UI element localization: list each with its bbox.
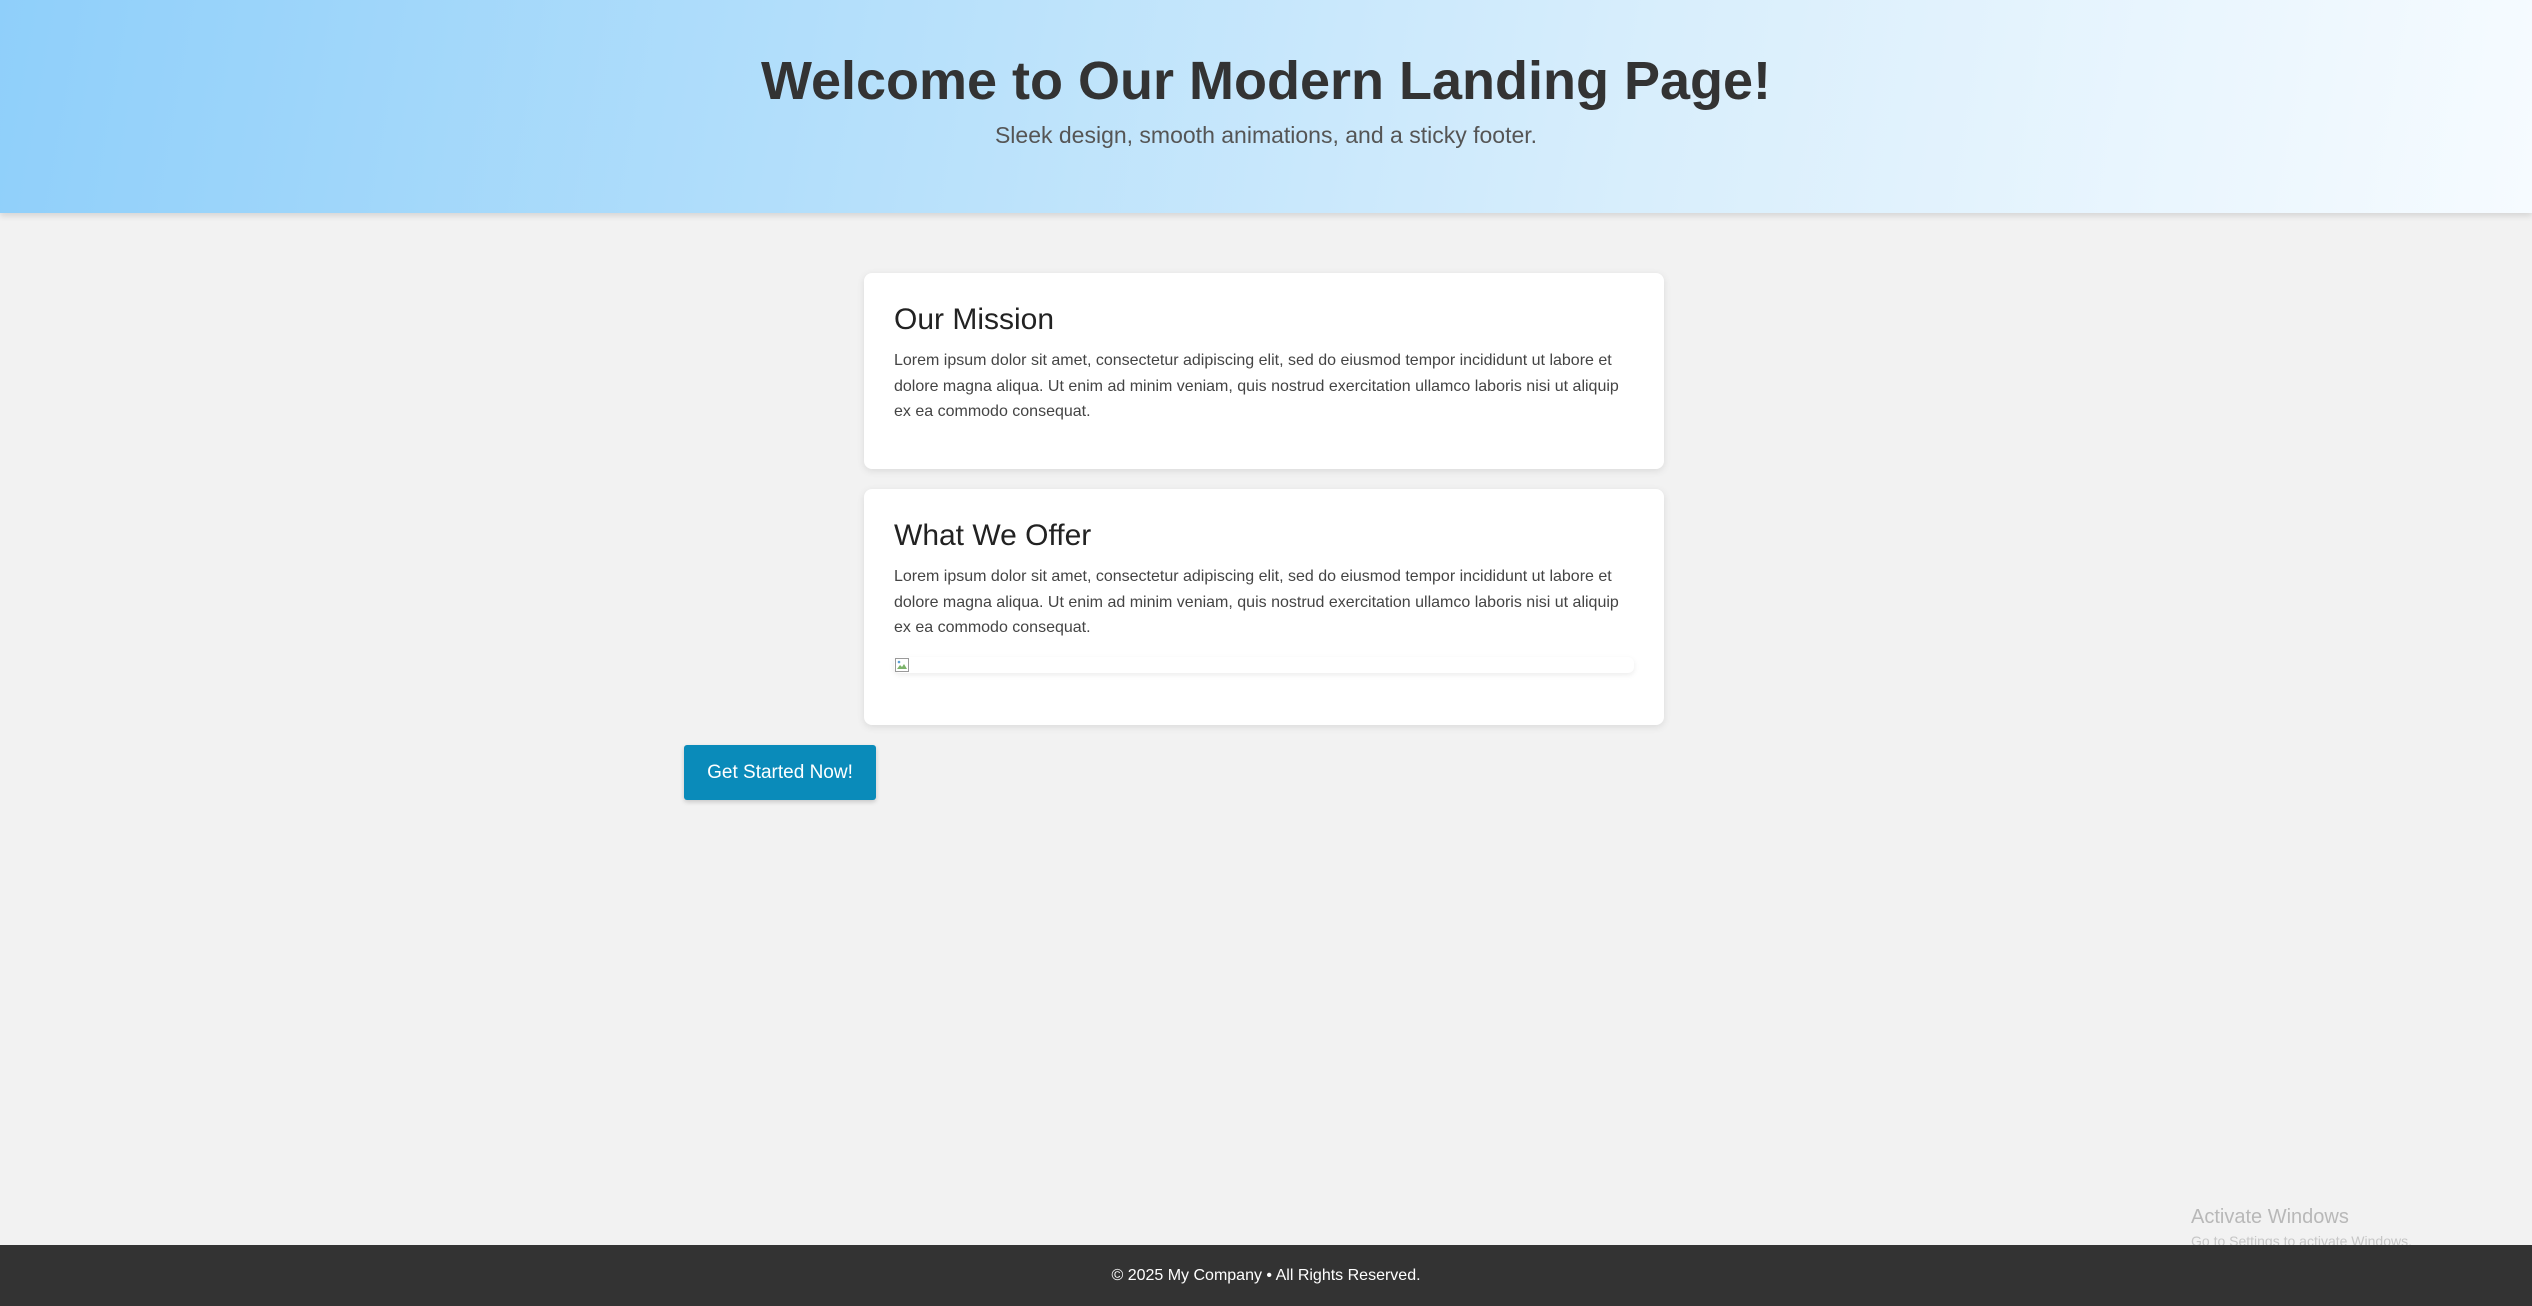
activate-windows-watermark: Activate Windows Go to Settings to activ… xyxy=(2191,1204,2412,1250)
get-started-button[interactable]: Get Started Now! xyxy=(684,745,876,800)
offer-card: What We Offer Lorem ipsum dolor sit amet… xyxy=(864,489,1664,725)
mission-heading: Our Mission xyxy=(894,303,1055,336)
mission-text: Lorem ipsum dolor sit amet, consectetur … xyxy=(894,352,1619,420)
watermark-title: Activate Windows xyxy=(2191,1206,2349,1228)
footer-copyright: © 2025 My Company • All Rights Reserved. xyxy=(1111,1267,1421,1284)
hero-header: Welcome to Our Modern Landing Page! Slee… xyxy=(0,0,2532,213)
offer-text: Lorem ipsum dolor sit amet, consectetur … xyxy=(894,568,1619,636)
mission-card: Our Mission Lorem ipsum dolor sit amet, … xyxy=(864,273,1664,469)
page-title: Welcome to Our Modern Landing Page! xyxy=(760,51,1772,111)
sticky-footer: © 2025 My Company • All Rights Reserved. xyxy=(0,1245,2532,1306)
landing-page: Welcome to Our Modern Landing Page! Slee… xyxy=(0,0,2532,1306)
offer-heading: What We Offer xyxy=(894,519,1092,552)
offer-image xyxy=(894,657,1634,673)
page-subtitle: Sleek design, smooth animations, and a s… xyxy=(994,122,1538,148)
broken-image-icon xyxy=(895,658,909,672)
